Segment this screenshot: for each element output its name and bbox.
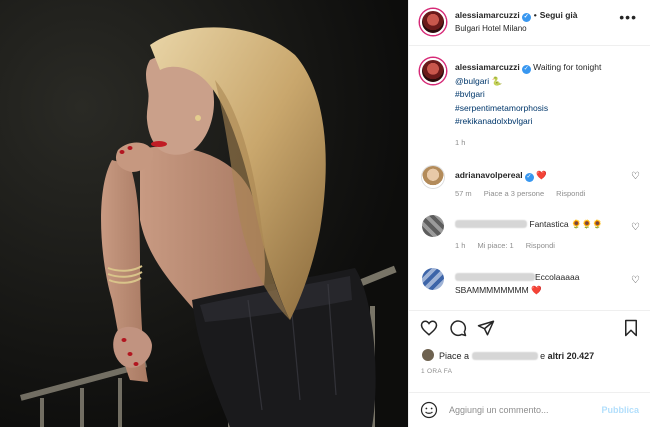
redacted-username bbox=[455, 273, 535, 281]
post-location[interactable]: Bulgari Hotel Milano bbox=[455, 24, 527, 33]
redacted-liker bbox=[471, 352, 538, 360]
caption-text: alessiamarcuzzi ✓ Waiting for tonight @bu… bbox=[455, 61, 641, 129]
comment-meta: 1 h Mi piace: 1 Rispondi bbox=[455, 241, 567, 250]
caption-mention[interactable]: @bulgari bbox=[455, 76, 489, 86]
post-side-panel: alessiamarcuzzi ✓ • Segui già Bulgari Hotel… bbox=[408, 0, 650, 427]
caption-hashtag[interactable]: #rekikanadolxbvlgari bbox=[455, 115, 641, 129]
follow-separator: • bbox=[533, 10, 537, 20]
comment-likes[interactable]: Mi piace: 1 bbox=[477, 241, 513, 250]
publish-button[interactable]: Pubblica bbox=[601, 405, 639, 415]
verified-badge-icon: ✓ bbox=[524, 173, 534, 182]
snake-emoji: 🐍 bbox=[491, 75, 503, 86]
follow-status-button[interactable]: Segui già bbox=[540, 10, 578, 20]
post-photo[interactable] bbox=[0, 0, 408, 427]
like-comment-heart-icon[interactable]: ♡ bbox=[631, 222, 640, 233]
caption-hashtag[interactable]: #serpentimetamorphosis bbox=[455, 102, 641, 116]
comment-time: 1 h bbox=[455, 241, 466, 250]
more-options-icon[interactable]: ••• bbox=[619, 10, 637, 24]
redacted-username bbox=[455, 220, 527, 228]
heart-icon[interactable] bbox=[420, 319, 438, 337]
reply-button[interactable]: Rispondi bbox=[526, 241, 555, 250]
caption-time: 1 h bbox=[455, 138, 466, 147]
comment-likes[interactable]: Piace a 3 persone bbox=[484, 189, 544, 198]
comment-meta: 57 m Piace a 3 persone Rispondi bbox=[455, 189, 597, 198]
likes-middle: e bbox=[540, 351, 546, 361]
add-comment-bar: Aggiungi un commento... Pubblica bbox=[409, 392, 650, 427]
likes-summary[interactable]: Piace a e altri 20.427 bbox=[421, 348, 594, 362]
comment-time: 57 m bbox=[455, 189, 472, 198]
commenter-avatar[interactable] bbox=[422, 268, 444, 290]
author-line: alessiamarcuzzi ✓ • Segui già bbox=[455, 10, 578, 22]
post-image-illustration bbox=[0, 0, 408, 427]
smiley-icon[interactable] bbox=[420, 401, 438, 419]
comment-body: Fantastica 🌻🌻🌻 bbox=[529, 219, 603, 229]
comment-input[interactable]: Aggiungi un commento... bbox=[449, 405, 549, 415]
caption-hashtag[interactable]: #bvlgari bbox=[455, 88, 641, 102]
verified-badge-icon: ✓ bbox=[521, 65, 531, 74]
bookmark-icon[interactable] bbox=[622, 319, 640, 337]
comment-text: Eccolaaaaa SBAMMMMMMMM ❤️ bbox=[455, 271, 625, 297]
comment-body: ❤️ bbox=[535, 170, 547, 180]
verified-badge-icon: ✓ bbox=[521, 13, 531, 22]
like-comment-heart-icon[interactable]: ♡ bbox=[631, 171, 640, 182]
caption-username[interactable]: alessiamarcuzzi bbox=[455, 62, 520, 72]
post-header: alessiamarcuzzi ✓ • Segui già Bulgari Hotel… bbox=[409, 0, 650, 46]
post-date: 1 ORA FA bbox=[421, 368, 453, 375]
author-username[interactable]: alessiamarcuzzi bbox=[455, 10, 520, 20]
likes-prefix: Piace a bbox=[439, 351, 470, 361]
comment-text: adrianavolpereal ✓ ❤️ bbox=[455, 169, 625, 182]
like-comment-heart-icon[interactable]: ♡ bbox=[631, 275, 640, 286]
commenter-avatar[interactable] bbox=[422, 166, 444, 188]
caption-body: Waiting for tonight bbox=[533, 62, 602, 72]
share-icon[interactable] bbox=[477, 319, 495, 337]
reply-button[interactable]: Rispondi bbox=[556, 189, 585, 198]
caption-avatar[interactable] bbox=[420, 58, 446, 84]
comment-body: Eccolaaaaa bbox=[535, 272, 580, 282]
likes-count[interactable]: altri 20.427 bbox=[548, 351, 595, 361]
post-action-bar bbox=[409, 310, 650, 342]
commenter-avatar[interactable] bbox=[422, 215, 444, 237]
commenter-username[interactable]: adrianavolpereal bbox=[455, 170, 523, 180]
author-avatar[interactable] bbox=[420, 9, 446, 35]
comment-icon[interactable] bbox=[449, 319, 467, 337]
comment-text: Fantastica 🌻🌻🌻 bbox=[455, 218, 625, 231]
liker-avatar bbox=[421, 348, 435, 362]
comment-body-line2: SBAMMMMMMMM ❤️ bbox=[455, 285, 542, 295]
